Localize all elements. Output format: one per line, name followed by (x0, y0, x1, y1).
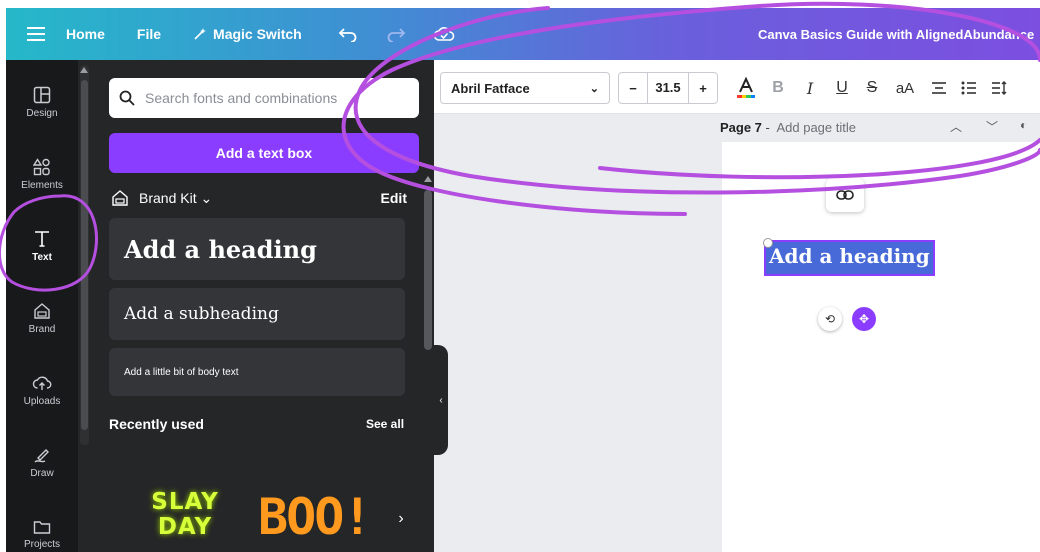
chevron-down-icon: ⌄ (196, 189, 213, 206)
add-heading-option[interactable]: Add a heading (109, 218, 405, 280)
add-subheading-option[interactable]: Add a subheading (109, 288, 405, 340)
rail-label-draw: Draw (30, 467, 54, 479)
scroll-up-arrow-icon[interactable] (80, 67, 88, 73)
recently-used-heading: Recently used (109, 416, 204, 432)
list-scrollbar-thumb[interactable] (424, 190, 432, 350)
align-center-icon[interactable] (928, 76, 950, 100)
rail-item-uploads[interactable]: Uploads (6, 360, 78, 420)
font-family-value: Abril Fatface (451, 80, 530, 96)
brand-kit-row: Brand Kit ⌄ Edit (111, 186, 407, 210)
document-title[interactable]: Canva Basics Guide with AlignedAbundance (758, 27, 1034, 42)
undo-icon[interactable] (334, 20, 362, 48)
page-header: Page 7 - Add page title ︿ ﹀ ◐ (720, 114, 1040, 140)
rail-item-text[interactable]: Text (6, 216, 78, 276)
font-search-box[interactable] (109, 78, 419, 118)
design-page[interactable] (722, 142, 1040, 552)
brand-icon (34, 302, 50, 319)
chevron-up-icon[interactable]: ︿ (950, 118, 962, 135)
rail-label-text: Text (32, 251, 52, 263)
canva-editor: Home File Magic Switch Canva Basics Guid… (0, 0, 1040, 552)
resize-handle[interactable] (763, 238, 773, 248)
recent-slay-day-template[interactable]: SLAY DAY (130, 490, 240, 552)
file-menu[interactable]: File (137, 26, 161, 42)
link-icon (836, 190, 854, 200)
top-bar: Home File Magic Switch Canva Basics Guid… (6, 8, 1040, 60)
text-color-icon[interactable] (734, 76, 758, 100)
cloud-upload-icon (32, 376, 52, 390)
text-icon (35, 230, 49, 247)
rail-label-brand: Brand (28, 323, 56, 335)
link-button[interactable] (826, 178, 864, 212)
panel-scrollbar-thumb[interactable] (81, 80, 88, 430)
chevron-right-icon[interactable]: › (392, 506, 410, 532)
font-size-input[interactable]: 31.5 (647, 73, 689, 103)
add-body-text-option[interactable]: Add a little bit of body text (109, 348, 405, 396)
hide-page-icon[interactable]: ◐ (1020, 118, 1027, 132)
bulleted-list-icon[interactable] (958, 76, 980, 100)
rail-item-elements[interactable]: Elements (6, 144, 78, 204)
underline-icon[interactable]: U (832, 76, 852, 100)
magic-switch-label: Magic Switch (213, 26, 302, 42)
collapse-panel-handle[interactable]: ‹ (434, 345, 448, 455)
rail-label-elements: Elements (21, 179, 63, 191)
left-rail: Design Elements Text Brand Uploads Draw … (6, 60, 78, 552)
brand-kit-label: Brand Kit (139, 189, 197, 206)
page-separator: - (761, 119, 774, 135)
decrease-size-button[interactable]: − (619, 81, 647, 96)
home-link[interactable]: Home (66, 26, 105, 42)
hamburger-menu-icon[interactable] (6, 27, 66, 41)
list-scroll-up-arrow-icon[interactable] (424, 176, 432, 182)
strikethrough-icon[interactable]: S (862, 76, 882, 100)
search-icon (119, 90, 135, 106)
redo-icon[interactable] (382, 20, 410, 48)
rail-label-projects: Projects (23, 538, 61, 550)
magic-switch-button[interactable]: Magic Switch (193, 26, 302, 42)
rail-item-brand[interactable]: Brand (6, 288, 78, 348)
add-text-box-button[interactable]: Add a text box (109, 133, 419, 173)
line-spacing-icon[interactable] (988, 76, 1010, 100)
brand-kit-dropdown[interactable]: Brand Kit ⌄ (139, 190, 212, 207)
day-line: DAY (157, 514, 213, 540)
rail-label-uploads: Uploads (23, 395, 61, 407)
italic-icon[interactable]: I (800, 76, 820, 100)
selected-heading-text[interactable]: Add a heading (766, 242, 933, 274)
layout-icon (33, 86, 51, 103)
brand-kit-icon (112, 190, 128, 206)
increase-size-button[interactable]: + (689, 81, 717, 96)
font-search-input[interactable] (145, 90, 395, 106)
rail-item-projects[interactable]: Projects (6, 504, 78, 552)
font-size-stepper: − 31.5 + (618, 72, 718, 104)
rail-label-design: Design (26, 107, 58, 119)
rotate-icon[interactable]: ⟲ (818, 307, 842, 331)
recent-boo-template[interactable]: BOO! (258, 484, 408, 552)
chevron-left-icon: ‹ (439, 394, 443, 406)
letter-case-button[interactable]: aA (890, 76, 920, 100)
move-icon[interactable]: ✥ (852, 307, 876, 331)
page-number: Page 7 (720, 119, 762, 135)
chevron-down-icon[interactable]: ﹀ (986, 118, 998, 135)
shapes-icon (33, 157, 50, 175)
slay-line: SLAY (151, 489, 219, 515)
bold-icon[interactable]: B (768, 76, 788, 100)
folder-icon (33, 520, 51, 534)
pen-icon (34, 448, 49, 463)
magic-wand-icon (194, 28, 207, 40)
chevron-down-icon: ⌄ (589, 82, 599, 95)
see-all-link[interactable]: See all (366, 417, 404, 431)
brand-kit-edit-button[interactable]: Edit (381, 190, 407, 206)
cloud-saved-icon[interactable] (430, 20, 458, 48)
font-family-dropdown[interactable]: Abril Fatface ⌄ (440, 72, 610, 104)
rail-item-draw[interactable]: Draw (6, 432, 78, 492)
rail-item-design[interactable]: Design (6, 72, 78, 132)
page-title-input[interactable]: Add page title (776, 120, 856, 135)
